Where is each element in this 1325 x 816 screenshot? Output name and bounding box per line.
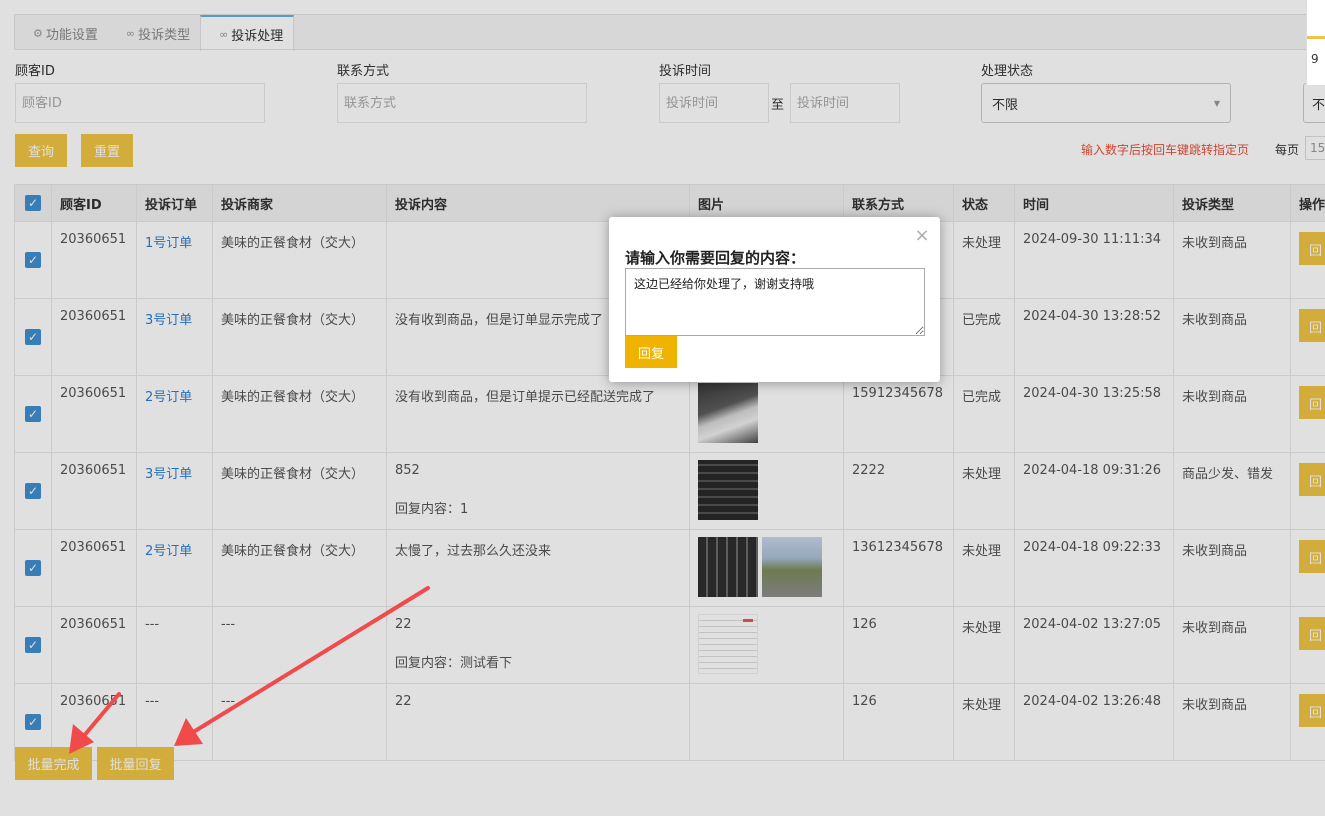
annotation-arrows xyxy=(69,586,430,754)
arrow-to-batch-reply xyxy=(174,586,430,746)
arrow-to-batch-complete xyxy=(69,692,121,754)
